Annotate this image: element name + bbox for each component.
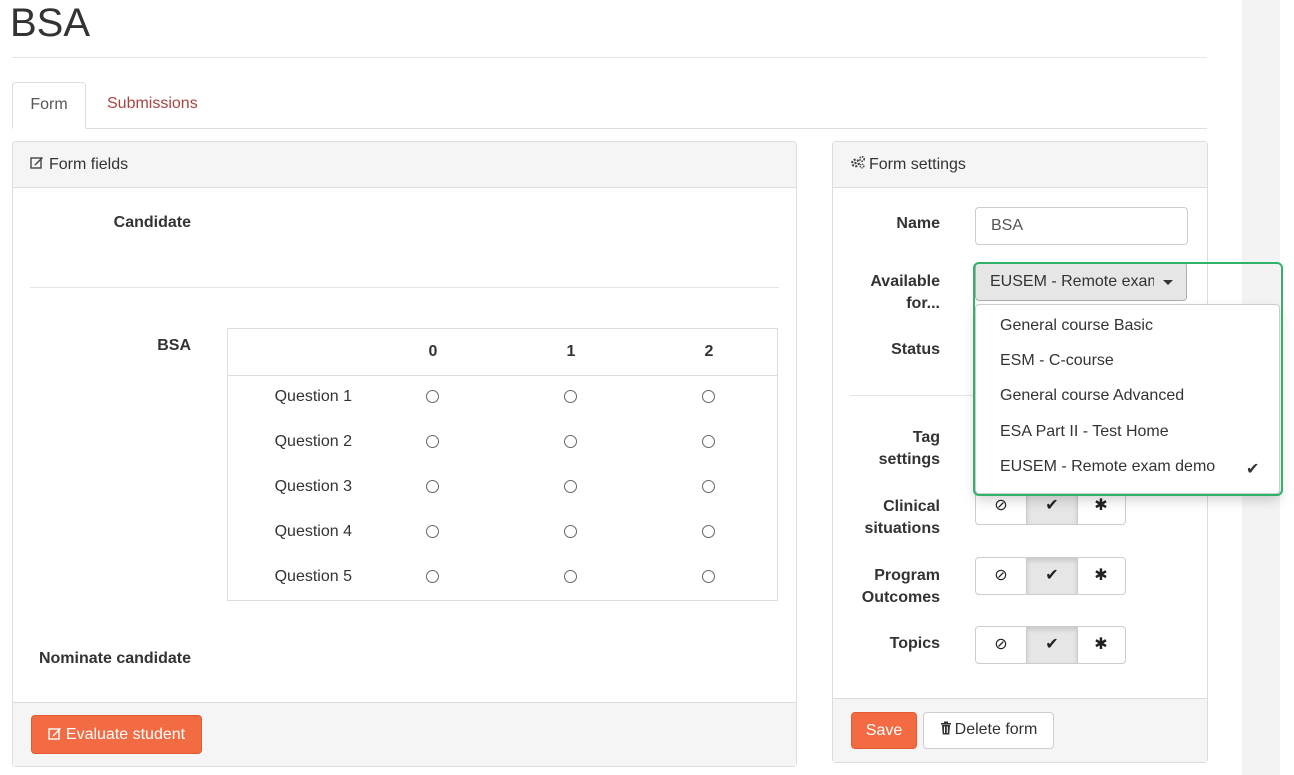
clinical-line1: Clinical <box>883 498 940 515</box>
asterisk-icon[interactable]: ✱ <box>1076 558 1125 594</box>
radio-q5-2[interactable] <box>702 570 715 583</box>
evaluate-student-label: Evaluate student <box>65 726 186 743</box>
radio-q4-1[interactable] <box>564 525 577 538</box>
tabs-baseline <box>12 128 1207 129</box>
tab-submissions[interactable]: Submissions <box>107 82 198 128</box>
available-for-menu: General course Basic ESM - C-course Gene… <box>975 304 1280 494</box>
program-line2: Outcomes <box>861 589 940 606</box>
radio-q5-1[interactable] <box>564 570 577 583</box>
menu-item-general-course-advanced[interactable]: General course Advanced <box>1000 387 1184 405</box>
radio-q3-0[interactable] <box>426 480 439 493</box>
bsa-label: BSA <box>157 337 191 354</box>
available-label-line1: Available <box>870 273 940 290</box>
menu-item-general-course-basic[interactable]: General course Basic <box>1000 317 1153 335</box>
delete-form-label: Delete form <box>954 721 1038 738</box>
column-header-0: 0 <box>428 343 438 360</box>
topics-label: Topics <box>889 635 940 652</box>
clinical-situations-label: Clinical situations <box>840 496 940 540</box>
check-icon[interactable]: ✔ <box>1026 627 1078 663</box>
edit-icon <box>48 717 62 755</box>
available-for-label: Available for... <box>840 271 940 315</box>
form-fields-title: Form fields <box>49 156 129 173</box>
page-title: BSA <box>10 1 91 45</box>
nominate-candidate-label: Nominate candidate <box>38 650 191 667</box>
question-grid: 0 1 2 Question 1 Question 2 Question 3 Q… <box>227 328 778 601</box>
question-label: Question 2 <box>274 433 352 450</box>
settings-divider <box>850 395 975 396</box>
radio-q4-0[interactable] <box>426 525 439 538</box>
name-label: Name <box>896 215 940 232</box>
tab-form[interactable]: Form <box>12 82 86 129</box>
save-button[interactable]: Save <box>851 712 917 749</box>
program-line1: Program <box>874 567 940 584</box>
edit-icon <box>30 142 46 186</box>
trash-icon <box>940 714 952 748</box>
topics-toggle-group: ⊘ ✔ ✱ <box>975 626 1126 664</box>
radio-q4-2[interactable] <box>702 525 715 538</box>
form-settings-title: Form settings <box>869 156 966 173</box>
tag-settings-label: Tag settings <box>840 427 940 471</box>
menu-item-eusem-remote[interactable]: EUSEM - Remote exam demo <box>1000 458 1215 476</box>
radio-q2-2[interactable] <box>702 435 715 448</box>
delete-form-button[interactable]: Delete form <box>923 712 1054 749</box>
title-divider <box>12 57 1207 58</box>
column-header-1: 1 <box>566 343 576 360</box>
clinical-line2: situations <box>864 520 940 537</box>
candidate-divider <box>30 287 779 288</box>
check-icon: ✔ <box>1246 461 1260 478</box>
asterisk-icon[interactable]: ✱ <box>1076 627 1125 663</box>
radio-q3-1[interactable] <box>564 480 577 493</box>
ban-icon[interactable]: ⊘ <box>976 558 1026 594</box>
evaluate-student-button[interactable]: Evaluate student <box>31 715 202 754</box>
radio-q3-2[interactable] <box>702 480 715 493</box>
gears-icon <box>850 142 866 186</box>
available-label-line2: for... <box>906 295 940 312</box>
candidate-label: Candidate <box>113 214 191 231</box>
form-fields-header: Form fields <box>13 142 796 188</box>
form-settings-header: Form settings <box>833 142 1207 188</box>
question-label: Question 5 <box>274 568 352 585</box>
available-for-dropdown[interactable]: EUSEM - Remote exam demo <box>975 262 1187 301</box>
caret-down-icon <box>1163 280 1173 285</box>
ban-icon[interactable]: ⊘ <box>976 627 1026 663</box>
program-toggle-group: ⊘ ✔ ✱ <box>975 557 1126 595</box>
question-label: Question 4 <box>274 523 352 540</box>
program-outcomes-label: Program Outcomes <box>840 565 940 609</box>
question-label: Question 3 <box>274 478 352 495</box>
status-label: Status <box>891 341 940 358</box>
menu-item-esm-c-course[interactable]: ESM - C-course <box>1000 352 1114 370</box>
radio-q2-1[interactable] <box>564 435 577 448</box>
radio-q1-2[interactable] <box>702 390 715 403</box>
menu-item-esa-part-ii[interactable]: ESA Part II - Test Home <box>1000 423 1169 441</box>
radio-q2-0[interactable] <box>426 435 439 448</box>
check-icon[interactable]: ✔ <box>1026 558 1078 594</box>
grid-header-divider <box>228 375 777 376</box>
radio-q5-0[interactable] <box>426 570 439 583</box>
name-input[interactable]: BSA <box>975 207 1188 245</box>
question-label: Question 1 <box>274 388 352 405</box>
tag-settings-line1: Tag <box>912 429 940 446</box>
radio-q1-0[interactable] <box>426 390 439 403</box>
tag-settings-line2: settings <box>878 451 940 468</box>
radio-q1-1[interactable] <box>564 390 577 403</box>
column-header-2: 2 <box>704 343 714 360</box>
